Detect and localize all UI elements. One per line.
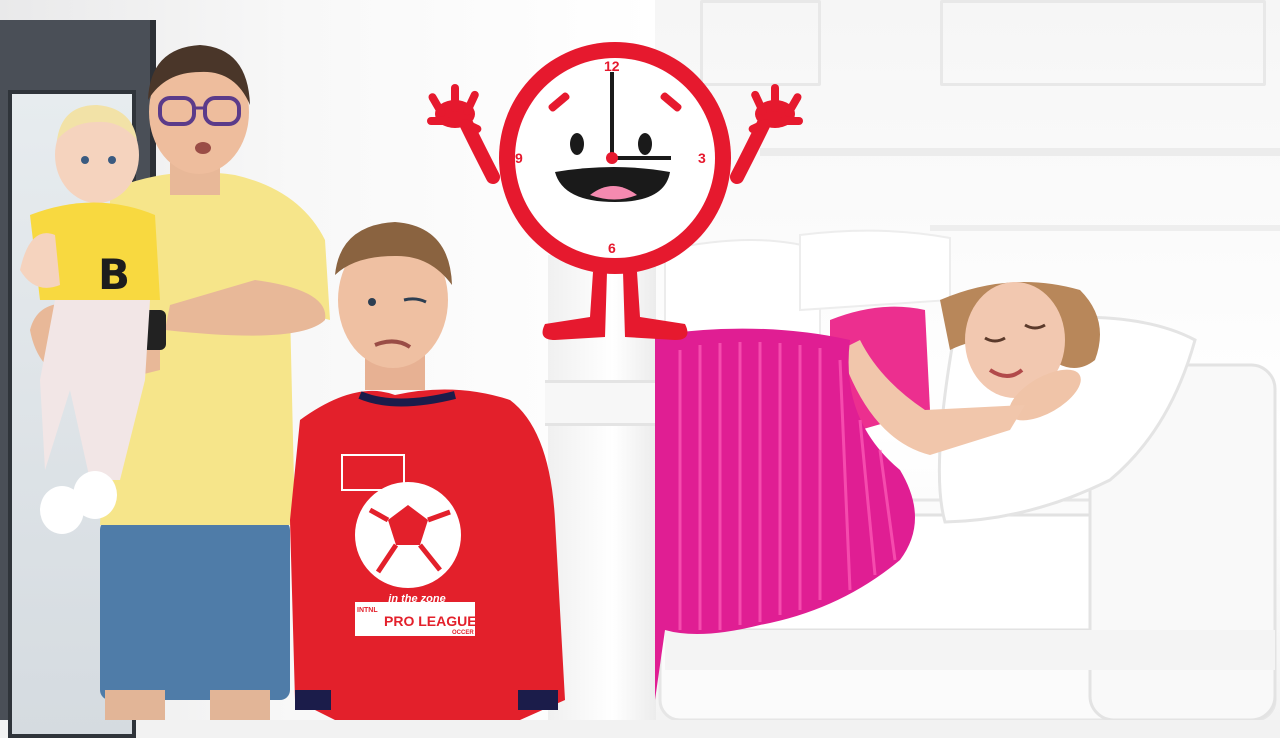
clock-number-12: 12 — [604, 58, 620, 74]
clock-number-3: 3 — [698, 150, 706, 166]
jersey-text-intnl: INTNL — [357, 607, 378, 614]
clock-number-9: 9 — [515, 150, 523, 166]
jersey-text-pro-league: PRO LEAGUE — [384, 613, 477, 629]
clock-number-6: 6 — [608, 240, 616, 256]
scene: B in the zone INTNL PRO LEAGUE OCCER 12 … — [0, 0, 1280, 738]
clock-left-hand-icon — [427, 84, 482, 133]
jersey-text-in-the-zone: in the zone — [388, 593, 446, 605]
cartoon-clock — [427, 42, 803, 340]
clock-right-hand-icon — [748, 84, 803, 133]
jersey-text-soccer: OCCER — [452, 630, 474, 636]
